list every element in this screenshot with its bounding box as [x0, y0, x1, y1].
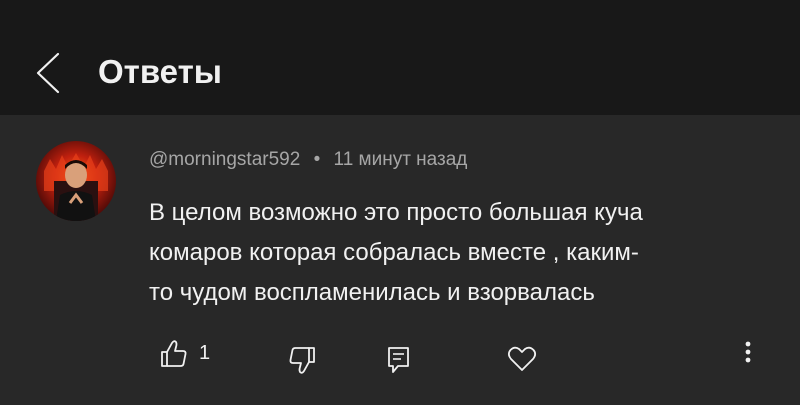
dislike-button[interactable]	[288, 345, 318, 377]
meta-separator: •	[313, 149, 321, 170]
comment-meta: @morningstar592 • 11 минут назад	[149, 148, 467, 172]
thumb-up-icon	[161, 340, 187, 367]
avatar[interactable]	[36, 141, 116, 221]
comment-author[interactable]: @morningstar592	[149, 149, 300, 170]
comment-text-line: В целом возможно это просто большая куча	[149, 199, 643, 226]
chevron-left-icon	[36, 52, 60, 94]
reply-button[interactable]	[386, 345, 414, 377]
thumb-down-icon	[289, 347, 315, 374]
comment-text: В целом возможно это просто большая куча…	[149, 193, 769, 313]
heart-button[interactable]	[507, 345, 537, 377]
like-count: 1	[199, 342, 211, 364]
avatar-image	[36, 141, 116, 221]
more-vertical-icon	[745, 341, 751, 363]
more-options-button[interactable]	[740, 339, 756, 371]
back-button[interactable]	[28, 50, 68, 96]
page-title: Ответы	[98, 53, 222, 90]
like-button[interactable]	[160, 339, 190, 371]
comment-item: @morningstar592 • 11 минут назад В целом…	[0, 115, 800, 405]
reply-icon	[388, 347, 409, 373]
comment-text-line: то чудом воспламенилась и взорвалась	[149, 279, 595, 306]
comment-time: 11 минут назад	[333, 149, 468, 170]
header-bar: Ответы	[0, 0, 800, 115]
comment-text-line: комаров которая собралась вместе , каким…	[149, 239, 639, 266]
heart-icon	[507, 346, 537, 371]
